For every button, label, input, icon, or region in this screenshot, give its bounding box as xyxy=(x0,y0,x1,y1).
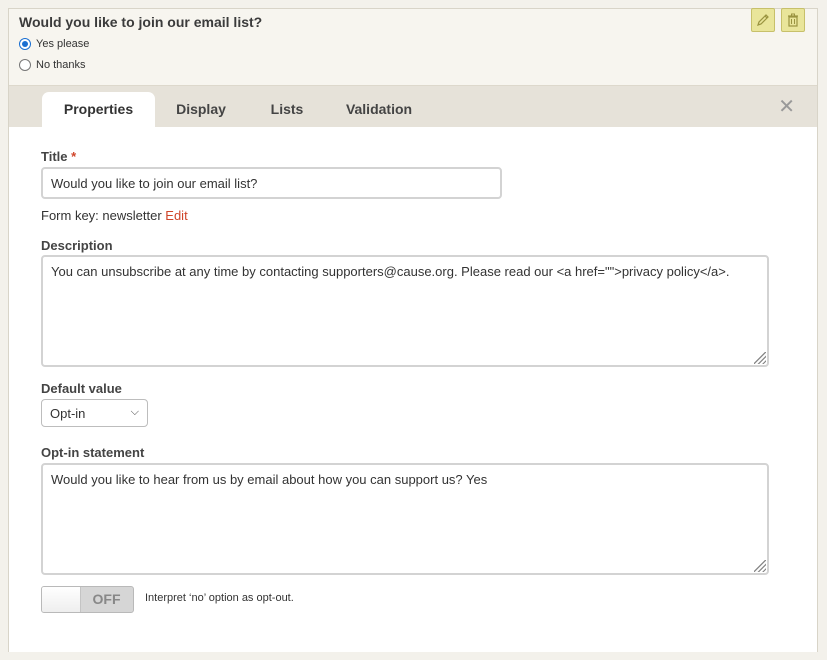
title-label: Title * xyxy=(41,149,76,164)
tab-lists[interactable]: Lists xyxy=(257,92,317,127)
default-value-selected: Opt-in xyxy=(50,406,86,421)
resize-handle[interactable] xyxy=(754,352,766,364)
resize-handle[interactable] xyxy=(754,560,766,572)
chevron-down-icon: ⌵ xyxy=(130,406,139,418)
optin-label: Opt-in statement xyxy=(41,445,145,460)
preview-question: Would you like to join our email list? xyxy=(19,14,263,30)
radio-yes[interactable]: Yes please xyxy=(19,36,89,52)
trash-icon xyxy=(788,13,798,27)
tab-bar: Properties Display Lists Validation ✕ xyxy=(9,86,817,127)
radio-no-button[interactable] xyxy=(19,59,31,71)
description-text: You can unsubscribe at any time by conta… xyxy=(51,264,730,279)
radio-no[interactable]: No thanks xyxy=(19,57,86,73)
description-label: Description xyxy=(41,238,113,253)
optin-textarea[interactable]: Would you like to hear from us by email … xyxy=(41,463,769,575)
description-textarea[interactable]: You can unsubscribe at any time by conta… xyxy=(41,255,769,367)
tab-display[interactable]: Display xyxy=(161,92,241,127)
form-key-text: Form key: newsletter xyxy=(41,208,162,223)
optin-text: Would you like to hear from us by email … xyxy=(51,472,488,487)
radio-yes-label: Yes please xyxy=(36,38,90,50)
field-editor-panel: Would you like to join our email list? Y… xyxy=(8,8,818,652)
optout-toggle[interactable]: OFF xyxy=(41,586,134,613)
tab-validation[interactable]: Validation xyxy=(334,92,424,127)
field-preview: Would you like to join our email list? Y… xyxy=(9,8,817,85)
form-key: Form key: newsletter Edit xyxy=(41,208,188,223)
title-label-text: Title xyxy=(41,149,68,164)
edit-button[interactable] xyxy=(751,8,775,32)
toggle-state: OFF xyxy=(92,591,121,607)
title-input[interactable]: Would you like to join our email list? xyxy=(41,167,502,199)
default-value-select[interactable]: Opt-in ⌵ xyxy=(41,399,148,427)
pencil-icon xyxy=(757,14,769,26)
close-icon[interactable]: ✕ xyxy=(778,94,795,119)
toggle-description: Interpret ‘no’ option as opt-out. xyxy=(145,592,294,604)
radio-yes-button[interactable] xyxy=(19,38,31,50)
required-mark: * xyxy=(71,149,77,164)
form-key-edit-link[interactable]: Edit xyxy=(165,208,187,223)
toggle-knob[interactable] xyxy=(42,587,81,612)
tab-properties[interactable]: Properties xyxy=(42,92,155,127)
radio-no-label: No thanks xyxy=(36,59,86,71)
editor-area: Properties Display Lists Validation ✕ Ti… xyxy=(9,85,817,652)
delete-button[interactable] xyxy=(781,8,805,32)
default-value-label: Default value xyxy=(41,381,122,396)
